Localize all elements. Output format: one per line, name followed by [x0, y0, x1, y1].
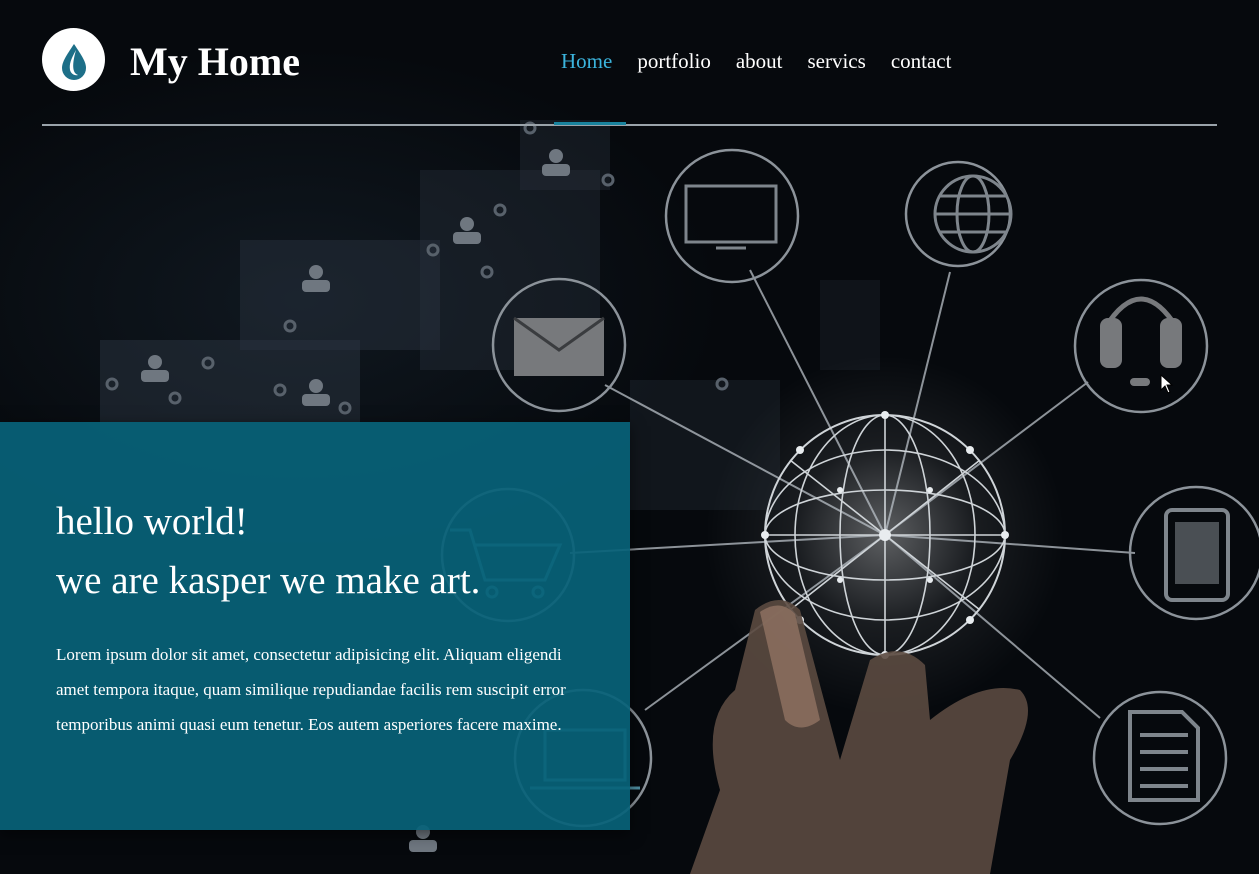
- water-drop-logo-icon: [61, 43, 86, 80]
- brand-title: My Home: [130, 39, 300, 84]
- nav-about[interactable]: about: [736, 48, 783, 74]
- nav-portfolio[interactable]: portfolio: [637, 48, 711, 74]
- hero-intro-panel: hello world! we are kasper we make art. …: [0, 422, 630, 830]
- monitor-icon: [684, 184, 778, 250]
- document-icon: [1128, 710, 1200, 802]
- nav-services[interactable]: servics: [807, 48, 865, 74]
- envelope-icon: [513, 316, 605, 376]
- tablet-icon: [1164, 508, 1230, 602]
- active-nav-indicator: [554, 122, 626, 125]
- hero-title-line-1: hello world!: [56, 500, 248, 543]
- main-nav: Home portfolio about servics contact: [561, 48, 976, 74]
- hero-title-line-2: we are kasper we make art.: [56, 559, 481, 602]
- nav-contact[interactable]: contact: [891, 48, 952, 74]
- mouse-cursor-icon: [1160, 374, 1174, 394]
- hero-paragraph: Lorem ipsum dolor sit amet, consectetur …: [56, 645, 566, 734]
- site-header: My Home Home portfolio about servics con…: [42, 0, 1217, 126]
- headset-icon: [1100, 296, 1182, 386]
- nav-home[interactable]: Home: [561, 48, 612, 74]
- logo[interactable]: [42, 28, 105, 91]
- hero-title: hello world! we are kasper we make art.: [56, 492, 575, 610]
- globe-icon: [933, 174, 1013, 254]
